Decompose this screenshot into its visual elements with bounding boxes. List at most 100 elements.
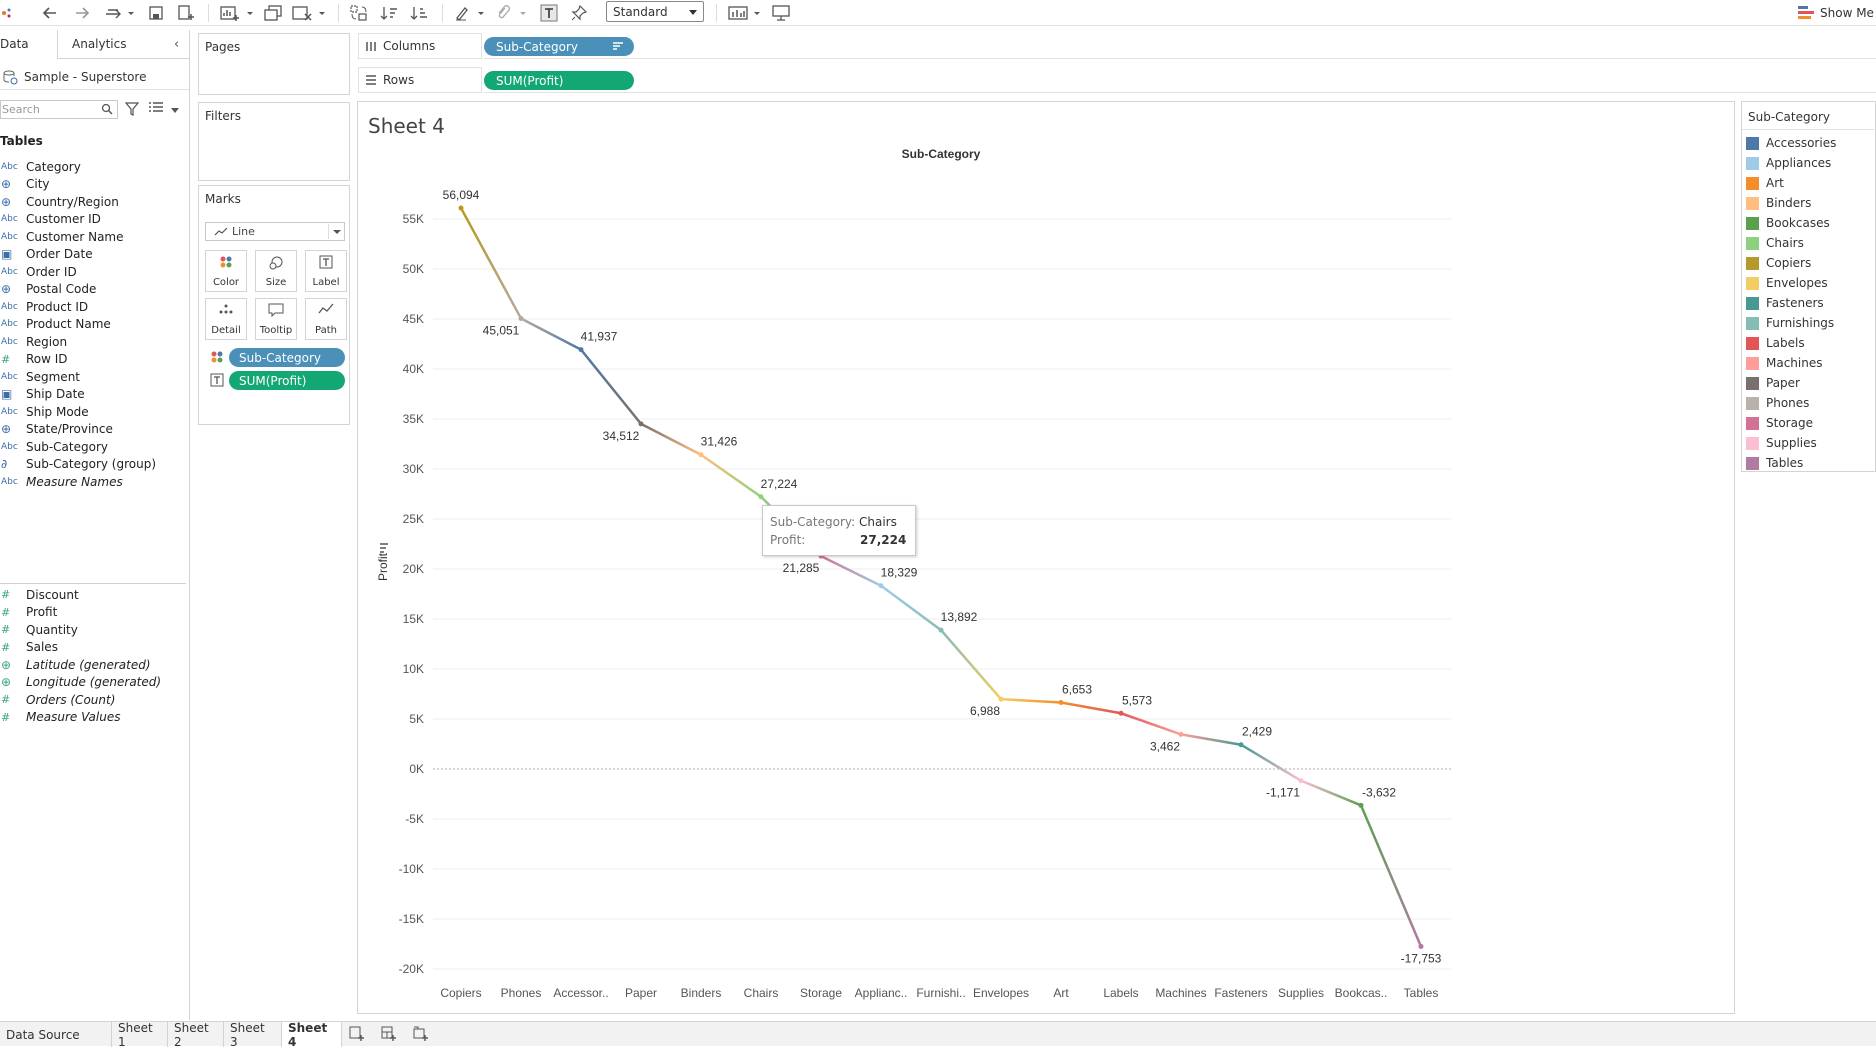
mark-type-select[interactable]: Line — [205, 222, 345, 241]
field-ship-mode[interactable]: Abc Ship Mode — [0, 402, 190, 421]
legend-item-chairs[interactable]: Chairs — [1746, 233, 1804, 253]
series-line-segment[interactable] — [1239, 743, 1303, 782]
worksheet-view[interactable]: Sheet 4 Sub-Category 55K 50K 45K 40K 35K 30K 25… — [357, 101, 1735, 1014]
field-product-name[interactable]: Abc Product Name — [0, 315, 190, 334]
series-line-segment[interactable] — [579, 348, 643, 426]
field-postal-code[interactable]: ⊕ Postal Code — [0, 280, 190, 299]
pages-card[interactable]: Pages — [198, 33, 350, 95]
field-longitude-generated[interactable]: ⊕ Longitude (generated) — [0, 673, 190, 692]
columns-drop-area[interactable] — [484, 33, 1876, 59]
series-line-segment[interactable] — [639, 422, 703, 456]
filters-card[interactable]: Filters — [198, 102, 350, 181]
legend-item-accessories[interactable]: Accessories — [1746, 133, 1836, 153]
datasource-item[interactable]: Sample - Superstore — [0, 66, 190, 88]
series-line-segment[interactable] — [699, 453, 763, 499]
new-datasource-icon[interactable] — [176, 2, 198, 24]
label-icon[interactable] — [210, 373, 224, 390]
group-members-icon[interactable] — [494, 2, 530, 24]
field-sub-category[interactable]: Abc Sub-Category — [0, 437, 190, 456]
tab-data[interactable]: Data — [0, 37, 29, 51]
field-sales[interactable]: # Sales — [0, 638, 190, 657]
field-discount[interactable]: # Discount — [0, 585, 190, 604]
data-point[interactable] — [1058, 699, 1064, 705]
data-point[interactable] — [458, 205, 464, 211]
data-point[interactable] — [1118, 710, 1124, 716]
tooltip-mark-button[interactable]: Tooltip — [255, 298, 297, 340]
field-order-date[interactable]: ▣ Order Date — [0, 245, 190, 264]
legend-item-phones[interactable]: Phones — [1746, 393, 1809, 413]
data-point[interactable] — [878, 583, 884, 589]
legend-item-supplies[interactable]: Supplies — [1746, 433, 1817, 453]
field-region[interactable]: Abc Region — [0, 332, 190, 351]
sort-icon[interactable] — [380, 543, 388, 553]
field-order-id[interactable]: Abc Order ID — [0, 262, 190, 281]
legend-item-envelopes[interactable]: Envelopes — [1746, 273, 1828, 293]
sort-ascending-icon[interactable] — [378, 2, 400, 24]
presentation-mode-icon[interactable] — [770, 2, 792, 24]
data-point[interactable] — [998, 696, 1004, 702]
field-segment[interactable]: Abc Segment — [0, 367, 190, 386]
field-category[interactable]: Abc Category — [0, 157, 190, 176]
data-point[interactable] — [1418, 944, 1424, 950]
new-dashboard-icon[interactable] — [381, 1026, 397, 1042]
color-legend[interactable]: Sub-Category Accessories Appliances Art Bin… — [1741, 101, 1876, 472]
collapse-pane-icon[interactable]: ‹ — [174, 37, 179, 52]
series-line-segment[interactable] — [1299, 779, 1363, 807]
redo-icon[interactable] — [70, 2, 94, 24]
series-line-segment[interactable] — [819, 554, 883, 587]
legend-item-storage[interactable]: Storage — [1746, 413, 1813, 433]
save-icon[interactable] — [146, 2, 166, 24]
show-mark-labels-icon[interactable] — [538, 2, 560, 24]
legend-item-bookcases[interactable]: Bookcases — [1746, 213, 1830, 233]
swap-icon[interactable] — [348, 2, 370, 24]
data-point[interactable] — [1298, 778, 1304, 784]
legend-item-binders[interactable]: Binders — [1746, 193, 1811, 213]
legend-item-appliances[interactable]: Appliances — [1746, 153, 1831, 173]
data-point[interactable] — [1238, 742, 1244, 748]
legend-item-furnishings[interactable]: Furnishings — [1746, 313, 1834, 333]
series-line-segment[interactable] — [1119, 712, 1183, 736]
field-search-input[interactable]: Search — [0, 100, 118, 119]
color-mark-button[interactable]: Color — [205, 250, 247, 292]
legend-item-copiers[interactable]: Copiers — [1746, 253, 1811, 273]
new-story-icon[interactable] — [413, 1026, 429, 1042]
rows-pill-sum-profit[interactable]: SUM(Profit) — [484, 71, 634, 90]
undo-icon[interactable] — [38, 2, 62, 24]
field-ship-date[interactable]: ▣ Ship Date — [0, 385, 190, 404]
legend-item-machines[interactable]: Machines — [1746, 353, 1822, 373]
data-point[interactable] — [1358, 802, 1364, 808]
legend-item-paper[interactable]: Paper — [1746, 373, 1800, 393]
series-line-segment[interactable] — [939, 628, 1003, 701]
field-quantity[interactable]: # Quantity — [0, 620, 190, 639]
show-cards-icon[interactable] — [726, 2, 764, 24]
new-worksheet-icon[interactable] — [218, 2, 256, 24]
series-line-segment[interactable] — [1059, 701, 1123, 715]
rows-drop-area[interactable] — [484, 67, 1876, 93]
mark-pill-sub-category[interactable]: Sub-Category — [229, 348, 345, 367]
sheet-tab-sheet-1[interactable]: Sheet 1 — [112, 1021, 168, 1049]
legend-item-labels[interactable]: Labels — [1746, 333, 1805, 353]
legend-item-art[interactable]: Art — [1746, 173, 1784, 193]
field-measure-values[interactable]: # Measure Values — [0, 708, 190, 727]
field-product-id[interactable]: Abc Product ID — [0, 297, 190, 316]
new-worksheet-icon[interactable] — [349, 1026, 365, 1042]
legend-item-fasteners[interactable]: Fasteners — [1746, 293, 1824, 313]
field-row-id[interactable]: # Row ID — [0, 350, 190, 369]
duplicate-icon[interactable] — [262, 2, 284, 24]
columns-pill-sub-category[interactable]: Sub-Category — [484, 37, 634, 56]
clear-sheet-icon[interactable] — [290, 2, 328, 24]
sheet-tab-data-source[interactable]: Data Source — [0, 1022, 112, 1047]
label-mark-button[interactable]: Label — [305, 250, 347, 292]
series-line-segment[interactable] — [999, 697, 1063, 704]
data-point[interactable] — [698, 452, 704, 458]
field-orders-count[interactable]: # Orders (Count) — [0, 690, 190, 709]
sheet-tab-sheet-2[interactable]: Sheet 2 — [168, 1021, 224, 1049]
data-point[interactable] — [518, 315, 524, 321]
field-state-province[interactable]: ⊕ State/Province — [0, 420, 190, 439]
tableau-logo-icon[interactable] — [0, 2, 14, 24]
data-point[interactable] — [758, 494, 764, 500]
field-sub-category-group[interactable]: ∂ Sub-Category (group) — [0, 455, 190, 474]
fit-mode-select[interactable]: Standard — [606, 1, 704, 22]
tab-analytics[interactable]: Analytics — [72, 37, 127, 51]
data-point[interactable] — [578, 347, 584, 353]
